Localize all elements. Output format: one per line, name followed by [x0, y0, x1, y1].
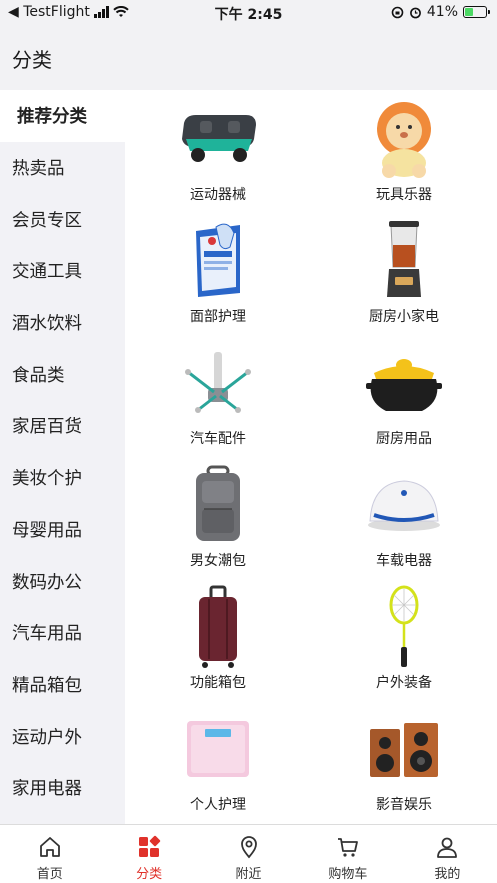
category-sidebar: 推荐分类热卖品会员专区交通工具酒水饮料食品类家居百货美妆个护母婴用品数码办公汽车…: [0, 90, 125, 824]
category-label: 运动器械: [190, 187, 246, 203]
category-label: 汽车配件: [190, 431, 246, 447]
status-right: 41%: [391, 4, 490, 20]
home-icon: [38, 835, 62, 859]
cart-icon: [336, 835, 360, 859]
sidebar-item-label: 交通工具: [12, 262, 82, 283]
tab-home[interactable]: 首页: [0, 825, 99, 883]
backpack-icon: [173, 462, 263, 548]
sidebar-item-label: 会员专区: [12, 210, 82, 231]
tab-label: 购物车: [328, 867, 368, 882]
sidebar-item-label: 汽车用品: [12, 624, 82, 645]
face-mask-icon: [173, 218, 263, 304]
bottom-tab-bar: 首页 分类 附近 购物车 我的: [0, 824, 497, 883]
sidebar-item-label: 精品箱包: [12, 675, 82, 696]
sidebar-item[interactable]: 酒水饮料: [0, 297, 125, 349]
tab-location-pin[interactable]: 附近: [199, 825, 298, 883]
category-label: 男女潮包: [190, 553, 246, 569]
sidebar-item[interactable]: 会员专区: [0, 193, 125, 245]
tab-category[interactable]: 分类: [99, 825, 198, 883]
sidebar-item[interactable]: 家用电器: [0, 762, 125, 814]
category-grid: 运动器械 玩具乐器面部护理 厨房小家电汽车配件 厨房用品男女潮包 车载电器功能箱包 户外装…: [125, 90, 497, 824]
sidebar-item[interactable]: 运动户外: [0, 710, 125, 762]
status-bar: ◀ TestFlight 下午 2:45 41%: [0, 0, 497, 26]
category-tile[interactable]: 厨房小家电: [311, 212, 497, 334]
lion-toy-icon: [359, 96, 449, 182]
tab-label: 附近: [235, 867, 262, 882]
category-tile[interactable]: 玩具乐器: [311, 90, 497, 212]
tab-label: 首页: [36, 867, 63, 882]
speakers-icon: [359, 706, 449, 792]
battery-percent: 41%: [426, 4, 458, 20]
tab-cart[interactable]: 购物车: [298, 825, 397, 883]
sidebar-item[interactable]: 交通工具: [0, 245, 125, 297]
bathroom-scale-icon: [173, 706, 263, 792]
clay-pot-icon: [359, 340, 449, 426]
car-purifier-icon: [359, 462, 449, 548]
sidebar-item-label: 母婴用品: [12, 520, 82, 541]
sidebar-item-label: 家用电器: [12, 779, 82, 800]
sidebar-item-label: 家居百货: [12, 417, 82, 438]
category-label: 功能箱包: [190, 675, 246, 691]
sidebar-item-label: 酒水饮料: [12, 314, 82, 335]
sidebar-item[interactable]: 美妆个护: [0, 452, 125, 504]
category-label: 个人护理: [190, 797, 246, 813]
category-label: 玩具乐器: [376, 187, 432, 203]
category-label: 面部护理: [190, 309, 246, 325]
category-tile[interactable]: 面部护理: [125, 212, 311, 334]
sidebar-item-label: 推荐分类: [17, 107, 87, 128]
category-icon: [137, 835, 161, 859]
sidebar-item[interactable]: 食品类: [0, 348, 125, 400]
badminton-racket-icon: [359, 584, 449, 670]
page-header: 分类: [0, 26, 497, 90]
balance-board-icon: [173, 96, 263, 182]
sidebar-item-label: 美妆个护: [12, 469, 82, 490]
category-tile[interactable]: 个人护理: [125, 700, 311, 822]
sidebar-item[interactable]: 母婴用品: [0, 504, 125, 556]
user-icon: [435, 835, 459, 859]
category-tile[interactable]: 运动器械: [125, 90, 311, 212]
category-tile[interactable]: 汽车配件: [125, 334, 311, 456]
sidebar-item[interactable]: 家居百货: [0, 400, 125, 452]
alarm-icon: [409, 7, 421, 18]
sidebar-item[interactable]: 数码办公: [0, 555, 125, 607]
sidebar-item-label: 数码办公: [12, 572, 82, 593]
category-label: 车载电器: [376, 553, 432, 569]
category-label: 厨房小家电: [369, 309, 439, 325]
category-tile[interactable]: 车载电器: [311, 456, 497, 578]
sidebar-item-label: 食品类: [12, 365, 65, 386]
battery-icon: [463, 6, 490, 18]
sidebar-item[interactable]: 推荐分类: [0, 90, 125, 142]
sidebar-item[interactable]: 汽车用品: [0, 607, 125, 659]
sidebar-item-label: 热卖品: [12, 159, 65, 180]
tab-label: 分类: [136, 867, 163, 882]
sidebar-item[interactable]: 热卖品: [0, 142, 125, 194]
tab-label: 我的: [434, 867, 461, 882]
category-tile[interactable]: 影音娱乐: [311, 700, 497, 822]
location-pin-icon: [237, 835, 261, 859]
sidebar-item-label: 运动户外: [12, 727, 82, 748]
category-label: 厨房用品: [376, 431, 432, 447]
category-tile[interactable]: 户外装备: [311, 578, 497, 700]
category-tile[interactable]: 男女潮包: [125, 456, 311, 578]
page-title: 分类: [12, 48, 52, 72]
category-label: 影音娱乐: [376, 797, 432, 813]
category-label: 户外装备: [376, 675, 432, 691]
category-tile[interactable]: 厨房用品: [311, 334, 497, 456]
suitcase-icon: [173, 584, 263, 670]
orientation-lock-icon: [391, 6, 404, 18]
category-tile[interactable]: 功能箱包: [125, 578, 311, 700]
car-charger-icon: [173, 340, 263, 426]
blender-icon: [359, 218, 449, 304]
tab-user[interactable]: 我的: [398, 825, 497, 883]
sidebar-item[interactable]: 精品箱包: [0, 659, 125, 711]
